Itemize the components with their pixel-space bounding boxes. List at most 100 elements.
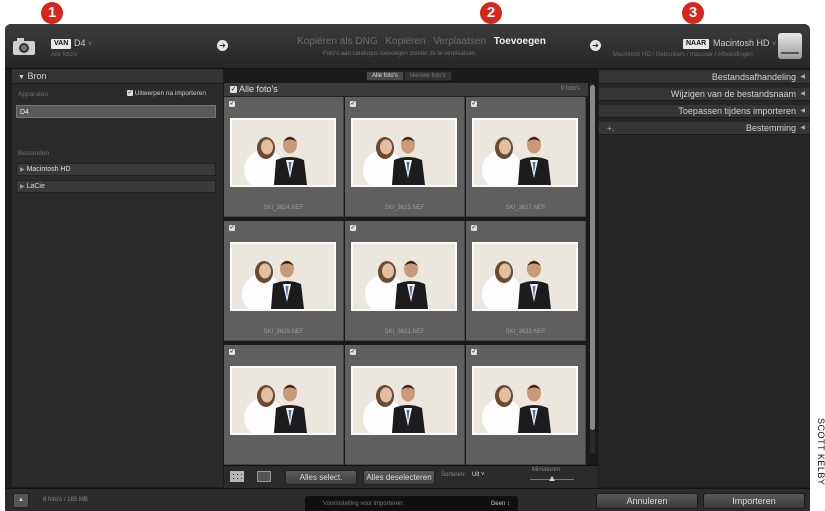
eject-checkbox[interactable]: ✓ bbox=[127, 90, 133, 97]
photo-checkbox[interactable]: ✓ bbox=[350, 101, 356, 107]
photo-credit-text: SCOTT KELBY bbox=[816, 418, 825, 486]
tab-new-photos[interactable]: Nieuwe foto's bbox=[403, 71, 452, 81]
collapse-triangle-icon: ▼ bbox=[18, 74, 25, 81]
callout-2: 2 bbox=[480, 2, 502, 24]
section-apply-during-import[interactable]: Toepassen tijdens importeren ◀ bbox=[599, 105, 810, 118]
photo-thumbnail bbox=[230, 118, 336, 187]
photo-checkbox[interactable]: ✓ bbox=[471, 349, 477, 355]
collapsed-triangle-icon: ◀ bbox=[800, 125, 805, 131]
eject-after-import-option[interactable]: ✓ Uitwerpen na importeren bbox=[127, 90, 206, 97]
collapsed-triangle-icon: ◀ bbox=[800, 74, 805, 80]
thumbnail-cell[interactable]: ✓ SKI_3627.NEF bbox=[466, 97, 586, 217]
cancel-button[interactable]: Annuleren bbox=[596, 493, 698, 509]
mode-copy[interactable]: Kopiëren bbox=[385, 36, 425, 47]
collapsed-triangle-icon: ◀ bbox=[800, 108, 805, 114]
thumbnail-cell[interactable]: ✓ SKI_3624.NEF bbox=[224, 97, 344, 217]
import-preset[interactable]: Voorinstelling voor importeren: Geen ↕ bbox=[305, 496, 518, 511]
grid-toolbar: Alles select. Alles deselecteren Sortere… bbox=[224, 465, 598, 488]
mode-move[interactable]: Verplaatsen bbox=[433, 36, 486, 47]
wedding-photo-image bbox=[353, 368, 455, 433]
sort-label: Sorteren: bbox=[441, 472, 466, 478]
chevron-down-icon: ˅ bbox=[88, 41, 93, 48]
photo-checkbox[interactable]: ✓ bbox=[350, 225, 356, 231]
destination-badge: NAAR bbox=[683, 39, 710, 49]
photo-thumbnail bbox=[472, 118, 578, 187]
mode-copy-dng[interactable]: Kopiëren als DNG bbox=[297, 36, 378, 47]
plus-icon[interactable]: +. bbox=[607, 122, 614, 135]
scrollbar[interactable] bbox=[590, 83, 595, 453]
thumbnail-cell[interactable]: ✓ SKI_3629.NEF bbox=[224, 221, 344, 341]
deselect-all-button[interactable]: Alles deselecteren bbox=[363, 470, 435, 485]
mode-description: Foto's aan catalogus toevoegen zonder ze… bbox=[323, 51, 476, 57]
thumbnail-cell[interactable]: ✓ bbox=[224, 345, 344, 465]
section-file-handling[interactable]: Bestandsafhandeling ◀ bbox=[599, 71, 810, 84]
check-all-checkbox[interactable]: ✓ bbox=[230, 86, 237, 94]
wedding-photo-image bbox=[353, 244, 455, 309]
sort-dropdown[interactable]: Uit ˅ bbox=[472, 472, 485, 478]
loupe-view-icon[interactable] bbox=[257, 471, 271, 482]
import-window: VAN D4 ˅ Alle foto's ➔ Kopiëren als DNG … bbox=[5, 24, 810, 511]
device-item-d4[interactable]: D4 bbox=[16, 105, 216, 118]
photo-checkbox[interactable]: ✓ bbox=[229, 225, 235, 231]
files-label: Bestanden bbox=[18, 150, 50, 157]
thumbnail-cell[interactable]: ✓ SKI_3631.NEF bbox=[345, 221, 465, 341]
photo-thumbnail bbox=[351, 242, 457, 311]
thumbnail-cell[interactable]: ✓ SKI_3625.NEF bbox=[345, 97, 465, 217]
volume-macintosh-hd[interactable]: ▶ Macintosh HD bbox=[16, 163, 216, 176]
eject-label: Uitwerpen na importeren bbox=[134, 90, 206, 97]
source-panel: ▼ Bron Apparaten ✓ Uitwerpen na importer… bbox=[12, 69, 223, 487]
photo-checkbox[interactable]: ✓ bbox=[471, 225, 477, 231]
select-all-button[interactable]: Alles select. bbox=[285, 470, 357, 485]
section-label: Wijzigen van de bestandsnaam bbox=[670, 89, 796, 99]
section-destination[interactable]: +. Bestemming ◀ bbox=[599, 122, 810, 135]
filter-tabs: Alle foto's Nieuwe foto's bbox=[366, 71, 452, 81]
expand-dialog-button[interactable]: ▲ bbox=[13, 493, 29, 508]
import-mode-bar: Kopiëren als DNG Kopiëren Verplaatsen To… bbox=[297, 36, 551, 47]
photo-thumbnail bbox=[230, 366, 336, 435]
wedding-photo-image bbox=[474, 120, 576, 185]
tab-all-photos[interactable]: Alle foto's bbox=[366, 71, 404, 81]
thumbnail-cell[interactable]: ✓ bbox=[345, 345, 465, 465]
slider-knob[interactable] bbox=[549, 476, 555, 481]
section-label: Bestemming bbox=[745, 123, 796, 133]
photo-checkbox[interactable]: ✓ bbox=[229, 101, 235, 107]
photo-checkbox[interactable]: ✓ bbox=[229, 349, 235, 355]
source-panel-header[interactable]: ▼ Bron bbox=[12, 69, 223, 84]
import-button[interactable]: Importeren bbox=[703, 493, 805, 509]
photo-filename: SKI_3624.NEF bbox=[263, 205, 304, 211]
thumbnails-label: Miniaturen bbox=[532, 467, 561, 473]
photo-filename: SKI_3631.NEF bbox=[384, 329, 425, 335]
wedding-photo-image bbox=[232, 120, 334, 185]
thumbnail-cell[interactable]: ✓ SKI_3633.NEF bbox=[466, 221, 586, 341]
volume-label: LaCie bbox=[26, 183, 45, 190]
destination-path: Macintosh HD / Gebruikers / macuser / Af… bbox=[613, 52, 753, 58]
section-file-renaming[interactable]: Wijzigen van de bestandsnaam ◀ bbox=[599, 88, 810, 101]
grid-title-group: ✓ Alle foto's bbox=[230, 84, 278, 94]
photo-thumbnail bbox=[472, 242, 578, 311]
photo-checkbox[interactable]: ✓ bbox=[350, 349, 356, 355]
wedding-photo-image bbox=[232, 244, 334, 309]
expand-triangle-icon: ▶ bbox=[20, 167, 25, 173]
scrollbar-thumb[interactable] bbox=[590, 85, 595, 430]
destination-name: Macintosh HD bbox=[713, 38, 770, 48]
thumbnail-cell[interactable]: ✓ bbox=[466, 345, 586, 465]
thumbnail-size-slider[interactable] bbox=[530, 476, 574, 481]
camera-icon bbox=[13, 38, 35, 55]
preset-label: Voorinstelling voor importeren: bbox=[323, 501, 405, 507]
grid-title: Alle foto's bbox=[239, 84, 278, 94]
source-selector[interactable]: D4 ˅ bbox=[74, 38, 92, 48]
photo-count: 9 foto's bbox=[560, 86, 580, 92]
source-name: D4 bbox=[74, 38, 86, 48]
preset-dropdown[interactable]: Geen ↕ bbox=[491, 501, 510, 507]
volume-lacie[interactable]: ▶ LaCie bbox=[16, 180, 216, 193]
callout-3: 3 bbox=[682, 2, 704, 24]
expand-triangle-icon: ▶ bbox=[20, 184, 25, 190]
arrow-right-icon: ➔ bbox=[590, 40, 601, 51]
destination-selector[interactable]: Macintosh HD ˅ bbox=[713, 38, 776, 48]
source-badge: VAN bbox=[51, 39, 72, 49]
grid-view-icon[interactable] bbox=[230, 471, 244, 482]
chevron-down-icon: ˅ bbox=[772, 41, 777, 48]
photo-checkbox[interactable]: ✓ bbox=[471, 101, 477, 107]
photo-filename: SKI_3629.NEF bbox=[263, 329, 304, 335]
mode-add[interactable]: Toevoegen bbox=[494, 36, 546, 47]
